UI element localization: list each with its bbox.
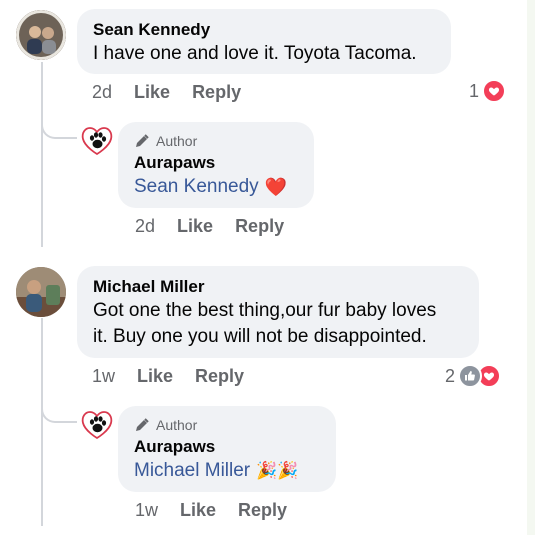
party-popper-emoji: 🎉🎉 [256,461,299,480]
avatar[interactable] [16,10,66,60]
reply-button[interactable]: Reply [192,82,241,103]
reaction-count: 1 [469,80,480,101]
reply-author[interactable]: Aurapaws [134,436,320,458]
heart-emoji: ❤️ [264,177,288,197]
comment-timestamp[interactable]: 1w [92,366,115,387]
author-badge: Author [134,416,320,434]
comment-author[interactable]: Sean Kennedy [93,19,435,41]
reply-button[interactable]: Reply [195,366,244,387]
thread-line [41,318,43,526]
like-button[interactable]: Like [177,216,213,237]
mention-link[interactable]: Sean Kennedy [134,174,259,200]
comment-text-line: it. Buy one you will not be disappointed… [93,326,427,347]
reply-button[interactable]: Reply [238,500,287,521]
reply-author[interactable]: Aurapaws [134,152,298,174]
author-badge-label: Author [156,133,198,149]
comment-actions: 1w Like Reply [92,366,244,387]
reaction-summary[interactable]: 1 [469,79,507,103]
mention-link[interactable]: Michael Miller [134,458,250,484]
reply-bubble: Author Aurapaws Michael Miller 🎉🎉 [118,406,336,492]
like-button[interactable]: Like [134,82,170,103]
profile-photo-icon [16,10,66,60]
comment-timestamp[interactable]: 2d [92,82,112,103]
reply-button[interactable]: Reply [235,216,284,237]
mention-row: Michael Miller 🎉🎉 [134,458,320,484]
comment-bubble: Sean Kennedy I have one and love it. Toy… [77,9,451,74]
comment-text-line: Got one the best thing,our fur baby love… [93,300,437,321]
paw-heart-logo-icon [81,127,113,156]
reply-connector [41,399,77,423]
like-button[interactable]: Like [137,366,173,387]
comment-actions: 2d Like Reply [92,82,241,103]
reply-actions: 1w Like Reply [135,500,287,521]
reply-actions: 2d Like Reply [135,216,284,237]
scroll-edge [527,0,535,535]
comment-bubble: Michael Miller Got one the best thing,ou… [77,266,479,358]
paw-heart-logo-icon [81,411,113,440]
reaction-summary[interactable]: 2 [445,364,502,388]
heart-icon [482,79,507,103]
reply-connector [41,115,77,139]
pen-icon [136,134,149,147]
reply-timestamp[interactable]: 1w [135,500,158,521]
reply-bubble: Author Aurapaws Sean Kennedy ❤️ [118,122,314,208]
avatar[interactable] [16,267,66,317]
thread-line [41,62,43,247]
pen-icon [136,418,149,431]
profile-photo-icon [16,267,66,317]
avatar[interactable] [80,123,114,157]
reply-timestamp[interactable]: 2d [135,216,155,237]
comment-text: I have one and love it. Toyota Tacoma. [93,43,417,64]
like-button[interactable]: Like [180,500,216,521]
author-badge: Author [134,132,298,150]
thumbs-up-icon [458,364,483,388]
author-badge-label: Author [156,417,198,433]
comment-author[interactable]: Michael Miller [93,276,463,298]
avatar[interactable] [80,407,114,441]
mention-row: Sean Kennedy ❤️ [134,174,298,200]
reaction-count: 2 [445,365,456,386]
